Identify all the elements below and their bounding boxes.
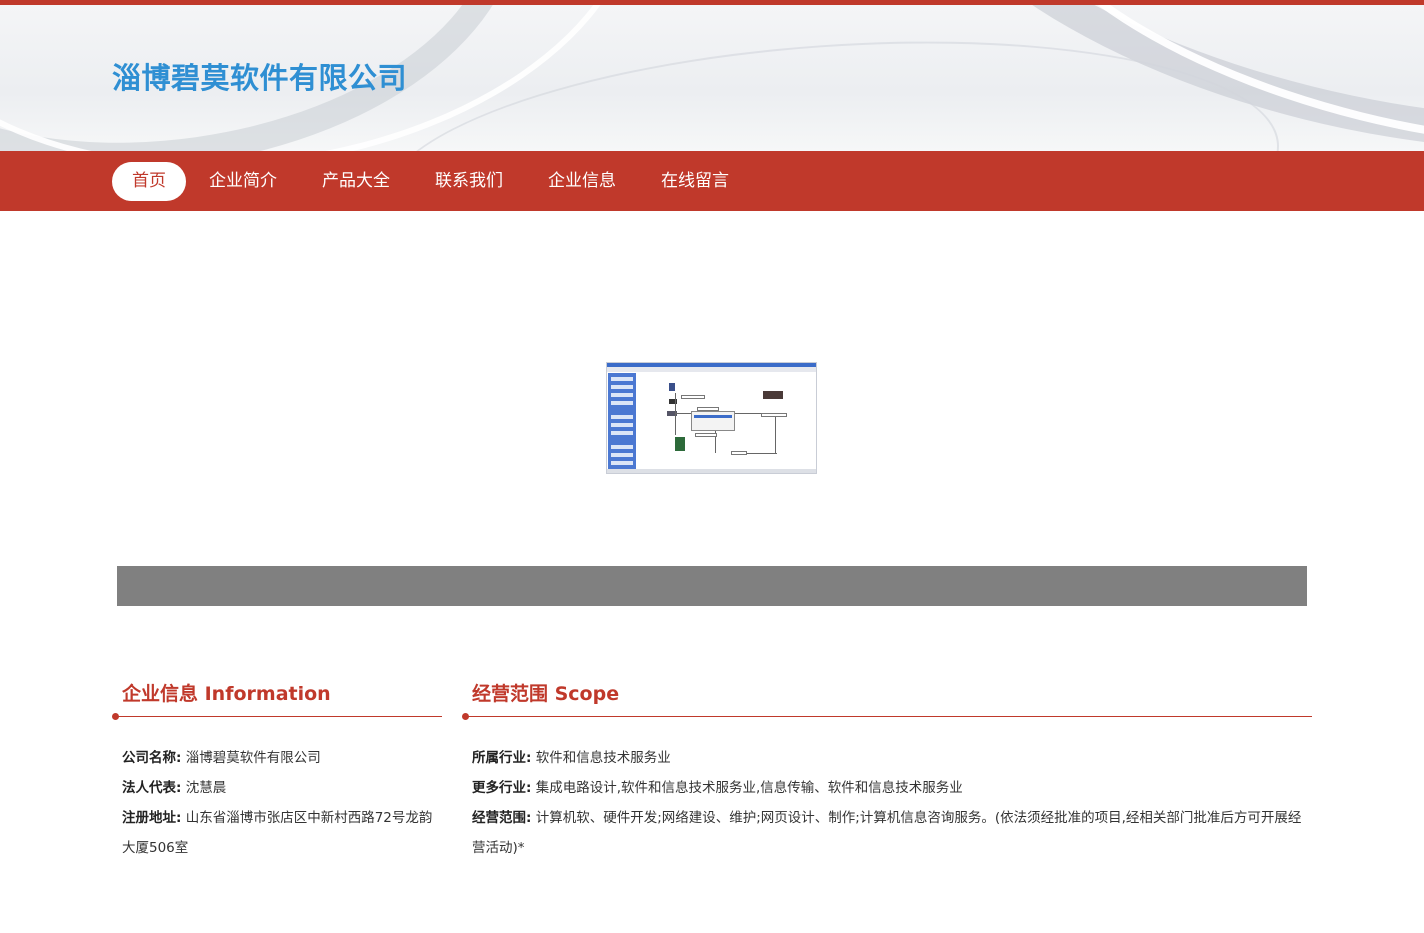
company-info-list: 公司名称: 淄博碧莫软件有限公司 法人代表: 沈慧晨 注册地址: 山东省淄博市张… [122,743,440,863]
banner-context-menu [691,411,735,431]
section-underline [466,716,1312,717]
company-name-row: 公司名称: 淄博碧莫软件有限公司 [122,743,440,773]
more-industry-row: 更多行业: 集成电路设计,软件和信息技术服务业,信息传输、软件和信息技术服务业 [472,773,1307,803]
site-title[interactable]: 淄博碧莫软件有限公司 [112,55,407,97]
nav-item-contact[interactable]: 联系我们 [413,162,525,201]
industry-label: 所属行业: [472,750,532,766]
company-name-value: 淄博碧莫软件有限公司 [185,750,321,766]
business-scope-value: 计算机软、硬件开发;网络建设、维护;网页设计、制作;计算机信息咨询服务。(依法须… [472,810,1302,856]
section-underline [116,716,442,717]
more-industry-label: 更多行业: [472,780,532,796]
banner-window-toolbar [607,367,816,372]
company-info-title: 企业信息 Information [122,683,331,705]
scope-title: 经营范围 Scope [472,683,620,705]
industry-value: 软件和信息技术服务业 [535,750,671,766]
nav-item-message[interactable]: 在线留言 [639,162,751,201]
more-industry-value: 集成电路设计,软件和信息技术服务业,信息传输、软件和信息技术服务业 [535,780,963,796]
banner-window-statusbar [607,469,816,473]
gray-divider-bar [117,566,1307,606]
nav-item-about[interactable]: 企业简介 [187,162,299,201]
legal-rep-label: 法人代表: [122,780,182,796]
address-label: 注册地址: [122,810,182,826]
nav-item-products[interactable]: 产品大全 [300,162,412,201]
nav-item-home[interactable]: 首页 [112,162,186,201]
main-nav: 首页 企业简介 产品大全 联系我们 企业信息 在线留言 [0,151,1424,211]
legal-rep-row: 法人代表: 沈慧晨 [122,773,440,803]
banner-image[interactable] [606,362,817,474]
scope-list: 所属行业: 软件和信息技术服务业 更多行业: 集成电路设计,软件和信息技术服务业… [472,743,1307,863]
page-header: 淄博碧莫软件有限公司 [0,5,1424,151]
address-row: 注册地址: 山东省淄博市张店区中新村西路72号龙韵大厦506室 [122,803,440,863]
nav-list: 首页 企业简介 产品大全 联系我们 企业信息 在线留言 [112,162,752,201]
industry-row: 所属行业: 软件和信息技术服务业 [472,743,1307,773]
nav-item-company-info[interactable]: 企业信息 [526,162,638,201]
banner-window-sidebar [608,373,636,473]
business-scope-row: 经营范围: 计算机软、硬件开发;网络建设、维护;网页设计、制作;计算机信息咨询服… [472,803,1307,863]
company-name-label: 公司名称: [122,750,182,766]
legal-rep-value: 沈慧晨 [185,780,227,796]
business-scope-label: 经营范围: [472,810,532,826]
